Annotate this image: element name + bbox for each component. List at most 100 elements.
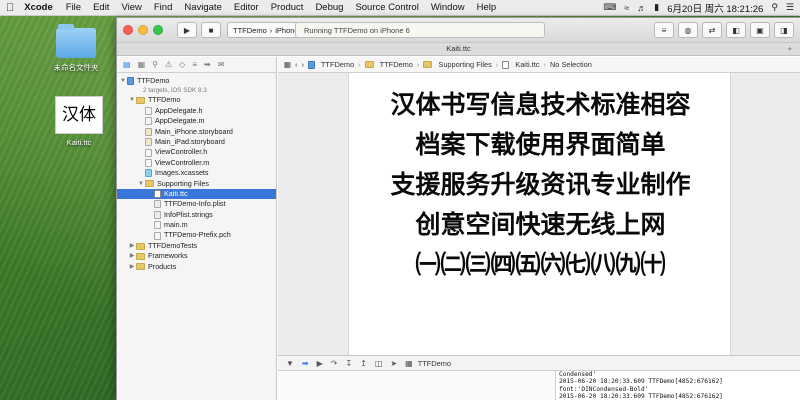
issue-navigator-tab-icon[interactable]: ⚠ [165,60,172,69]
tree-row[interactable]: ▼ Supporting Files [117,179,276,189]
debug-navigator-tab-icon[interactable]: ≡ [192,60,197,69]
forward-icon[interactable]: › [301,60,303,69]
navigator-toggle-icon[interactable]: ◧ [726,22,746,38]
debug-area-toggle-icon[interactable]: ▣ [750,22,770,38]
project-file-icon [127,77,134,86]
tree-row[interactable]: main.m [117,220,276,230]
apple-icon[interactable]:  [6,2,14,14]
tree-row-label: ViewController.m [155,157,210,167]
file-icon [145,117,152,126]
continue-icon[interactable]: ▶ [317,359,323,368]
breakpoint-navigator-tab-icon[interactable]: ➡ [204,60,211,69]
tree-row[interactable]: Images.xcassets [117,168,276,178]
tree-row[interactable]: ViewController.m [117,158,276,168]
jumpbar-crumb-project[interactable]: TTFDemo [321,60,354,69]
tree-row[interactable]: Main_iPhone.storyboard [117,127,276,137]
folder-icon [136,97,145,105]
activity-viewer: Running TTFDemo on iPhone 6 [295,22,545,38]
font-preview-page: 汉体书写信息技术标准相容 档案下载使用界面简单 支援服务升级资讯专业制作 创意空… [348,73,731,355]
tree-row-label: Main_iPad.storyboard [155,136,225,146]
breakpoints-toggle-icon[interactable]: ➡ [302,359,309,368]
minimize-window-button[interactable] [138,25,148,35]
menu-debug[interactable]: Debug [315,2,343,13]
tree-row[interactable]: ▶ Products [117,262,276,272]
tree-row-label: TTFDemo [148,95,181,105]
step-out-icon[interactable]: ↥ [360,359,367,368]
desktop-font-file[interactable]: 汉体 Kaiti.ttc [52,96,106,147]
tree-row-label: TTFDemoTests [148,240,198,250]
close-window-button[interactable] [123,25,133,35]
tree-row[interactable]: InfoPlist.strings [117,210,276,220]
location-icon[interactable]: ➤ [390,359,397,368]
utilities-toggle-icon[interactable]: ◨ [774,22,794,38]
back-icon[interactable]: ‹ [295,60,297,69]
file-icon [154,221,161,230]
spotlight-icon[interactable]: ⚲ [771,2,778,13]
jumpbar-crumb-file[interactable]: Kaiti.ttc [515,60,539,69]
jumpbar-crumb-group[interactable]: TTFDemo [380,60,413,69]
menu-find[interactable]: Find [154,2,172,13]
wifi-icon[interactable]: ≈ [624,3,629,13]
menu-help[interactable]: Help [477,2,497,13]
tree-row[interactable]: Main_iPad.storyboard [117,137,276,147]
standard-editor-icon[interactable]: ≡ [654,22,674,38]
assistant-editor-icon[interactable]: ◍ [678,22,698,38]
menu-view[interactable]: View [121,2,141,13]
tree-row[interactable]: Kaiti.ttc [117,188,276,200]
find-navigator-tab-icon[interactable]: ⚲ [152,60,158,69]
menu-product[interactable]: Product [271,2,304,13]
stop-button[interactable]: ■ [201,22,221,38]
console-output: Condensed' 2015-06-20 18:20:33.609 TTFDem… [555,371,800,400]
folder-icon [364,61,374,68]
tree-row[interactable]: ▶ Frameworks [117,251,276,261]
hide-debug-area-icon[interactable]: ▼ [286,359,294,368]
step-over-icon[interactable]: ↷ [331,359,338,368]
tree-row-project[interactable]: ▼ TTFDemo [117,76,276,86]
tree-row[interactable]: TTFDemo-Info.plist [117,199,276,209]
tree-row[interactable]: ▼ TTFDemo [117,95,276,105]
tree-row[interactable]: AppDelegate.h [117,106,276,116]
menu-source-control[interactable]: Source Control [355,2,418,13]
jumpbar-crumb-supporting[interactable]: Supporting Files [438,60,491,69]
input-method-icon[interactable]: ⌨ [603,2,616,13]
menu-editor[interactable]: Editor [234,2,259,13]
disclosure-triangle-icon[interactable]: ▶ [128,251,136,261]
menu-edit[interactable]: Edit [93,2,109,13]
step-into-icon[interactable]: ↧ [345,359,352,368]
menu-navigate[interactable]: Navigate [184,2,222,13]
jump-bar: ▦ ‹ › TTFDemo › TTFDemo › Supporting Fil… [278,57,800,73]
jumpbar-crumb-selection[interactable]: No Selection [550,60,592,69]
tree-row[interactable]: ▶ TTFDemoTests [117,241,276,251]
version-editor-icon[interactable]: ⇄ [702,22,722,38]
menu-bar:  Xcode File Edit View Find Navigate Edi… [0,0,800,16]
tree-row-label: AppDelegate.m [155,116,205,126]
disclosure-triangle-icon[interactable]: ▼ [137,179,145,189]
menu-file[interactable]: File [66,2,81,13]
zoom-window-button[interactable] [153,25,163,35]
tree-row-label: Products [148,261,177,271]
project-navigator-tab-icon[interactable]: ▤ [123,60,131,69]
run-button[interactable]: ▶ [177,22,197,38]
tree-row[interactable]: ViewController.h [117,147,276,157]
disclosure-triangle-icon[interactable]: ▼ [119,76,127,86]
disclosure-triangle-icon[interactable]: ▶ [128,262,136,272]
tree-row[interactable]: AppDelegate.m [117,116,276,126]
new-tab-icon[interactable]: + [788,43,792,55]
chevron-right-icon: › [416,60,420,69]
test-navigator-tab-icon[interactable]: ◇ [179,60,185,69]
desktop-folder-icon[interactable]: 未命名文件夹 [46,24,106,73]
notification-icon[interactable]: ☰ [786,2,794,13]
disclosure-triangle-icon[interactable]: ▼ [128,95,136,105]
related-items-icon[interactable]: ▦ [284,60,291,69]
menu-app-name[interactable]: Xcode [24,2,53,13]
symbol-navigator-tab-icon[interactable]: ▦ [138,60,146,69]
disclosure-triangle-icon[interactable]: ▶ [128,241,136,251]
volume-icon[interactable]: ♬ [637,3,646,13]
tree-row[interactable]: TTFDemo-Prefix.pch [117,230,276,240]
battery-icon[interactable]: ▮ [654,2,659,13]
view-debugger-icon[interactable]: ◫ [375,359,383,368]
menu-clock[interactable]: 6月20日 周六 18:21:26 [667,1,763,15]
file-icon [154,231,161,240]
menu-window[interactable]: Window [431,2,465,13]
report-navigator-tab-icon[interactable]: ✉ [218,60,225,69]
